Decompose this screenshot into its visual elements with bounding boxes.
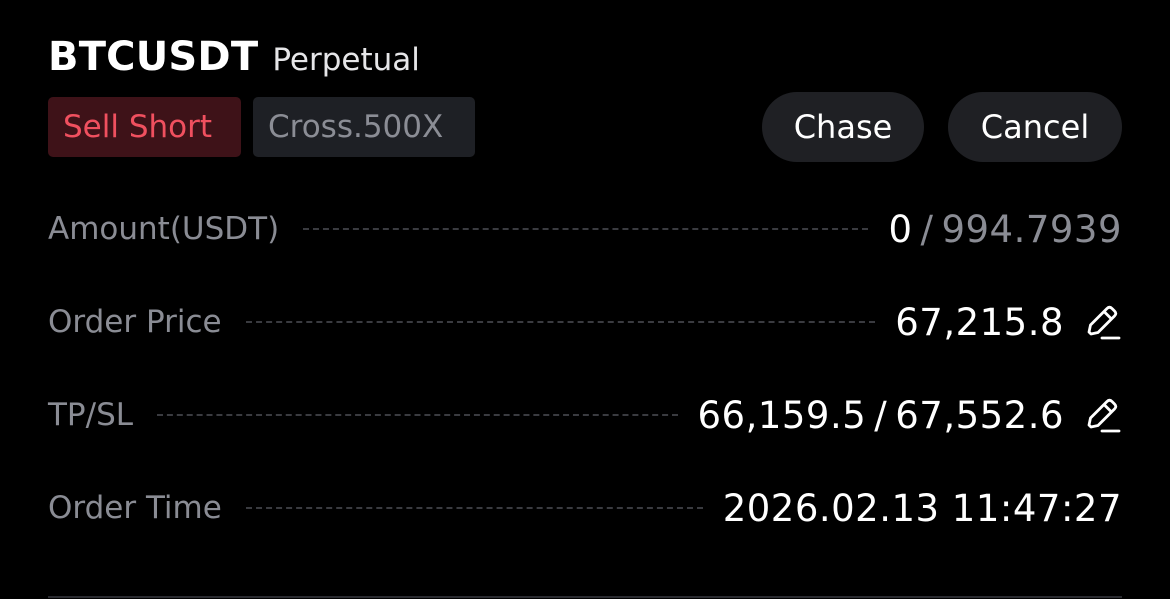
amount-label: Amount(USDT) — [48, 211, 280, 247]
margin-mode-badge: Cross.500X — [253, 97, 475, 157]
amount-filled: 0 — [888, 207, 913, 251]
cancel-button[interactable]: Cancel — [948, 92, 1122, 162]
pencil-edit-icon[interactable] — [1080, 394, 1122, 436]
pencil-edit-icon[interactable] — [1080, 301, 1122, 343]
side-badge: Sell Short — [48, 97, 241, 157]
amount-separator: / — [920, 207, 934, 251]
order-price-row: Order Price 67,215.8 — [48, 298, 1122, 346]
stop-loss-value: 67,552.6 — [895, 393, 1064, 437]
order-header: BTCUSDT Perpetual — [48, 34, 420, 80]
amount-total: 994.7939 — [941, 207, 1122, 251]
tpsl-value-group: 66,159.5 / 67,552.6 — [698, 394, 1123, 437]
tpsl-label: TP/SL — [48, 397, 134, 433]
dashed-divider — [157, 414, 678, 416]
section-divider — [48, 596, 1122, 598]
dashed-divider — [245, 507, 703, 509]
tpsl-separator: / — [874, 393, 888, 437]
amount-row: Amount(USDT) 0 / 994.7939 — [48, 205, 1122, 253]
amount-value: 0 / 994.7939 — [888, 208, 1122, 251]
order-price-label: Order Price — [48, 304, 222, 340]
take-profit-value: 66,159.5 — [697, 393, 867, 437]
symbol-title: BTCUSDT — [48, 34, 259, 80]
tpsl-row: TP/SL 66,159.5 / 67,552.6 — [48, 391, 1122, 439]
order-time-value: 2026.02.13 11:47:27 — [722, 486, 1122, 530]
chase-button[interactable]: Chase — [762, 92, 924, 162]
order-price-value-group: 67,215.8 — [895, 301, 1122, 344]
contract-type: Perpetual — [272, 42, 420, 78]
dashed-divider — [245, 321, 876, 323]
dashed-divider — [303, 228, 869, 230]
order-time-row: Order Time 2026.02.13 11:47:27 — [48, 484, 1122, 532]
order-price-value: 67,215.8 — [895, 300, 1064, 344]
order-time-label: Order Time — [48, 490, 222, 526]
